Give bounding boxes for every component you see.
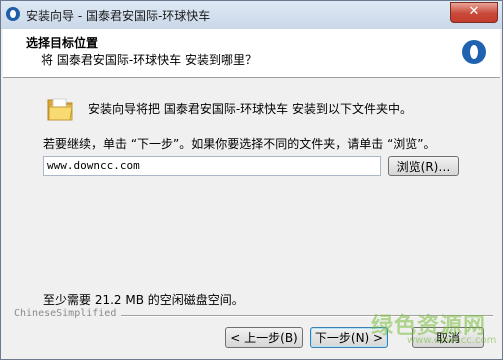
destination-path-input[interactable]: www.downcc.com bbox=[43, 156, 381, 176]
page-subtitle: 将 国泰君安国际-环球快车 安装到哪里？ bbox=[41, 53, 257, 67]
cancel-button[interactable]: 取消 bbox=[412, 327, 484, 348]
page-title: 选择目标位置 bbox=[26, 36, 99, 50]
folder-icon bbox=[47, 98, 73, 121]
disk-space-text: 至少需要 21.2 MB 的空闲磁盘空间。 bbox=[43, 293, 244, 307]
window-title: 安装向导 - 国泰君安国际-环球快车 bbox=[26, 9, 211, 23]
language-label: ChineseSimplified bbox=[14, 308, 117, 319]
installer-window: 安装向导 - 国泰君安国际-环球快车 ✕ 选择目标位置 将 国泰君安国际-环球快… bbox=[0, 0, 503, 360]
close-icon: ✕ bbox=[468, 4, 480, 19]
footer-divider bbox=[121, 315, 493, 317]
browse-button[interactable]: 浏览(R)… bbox=[388, 156, 459, 176]
instruction-text: 若要继续，单击 “下一步”。如果你要选择不同的文件夹，请单击 “浏览”。 bbox=[43, 137, 436, 151]
app-icon bbox=[6, 7, 20, 21]
installer-logo-icon bbox=[462, 40, 486, 64]
close-button[interactable]: ✕ bbox=[450, 2, 498, 23]
title-bar[interactable]: 安装向导 - 国泰君安国际-环球快车 ✕ bbox=[1, 1, 502, 29]
wizard-header: 选择目标位置 将 国泰君安国际-环球快车 安装到哪里？ bbox=[3, 29, 500, 78]
intro-text: 安装向导将把 国泰君安国际-环球快车 安装到以下文件夹中。 bbox=[88, 102, 412, 116]
back-button[interactable]: < 上一步(B) bbox=[225, 327, 303, 348]
next-button[interactable]: 下一步(N) > bbox=[310, 327, 388, 348]
